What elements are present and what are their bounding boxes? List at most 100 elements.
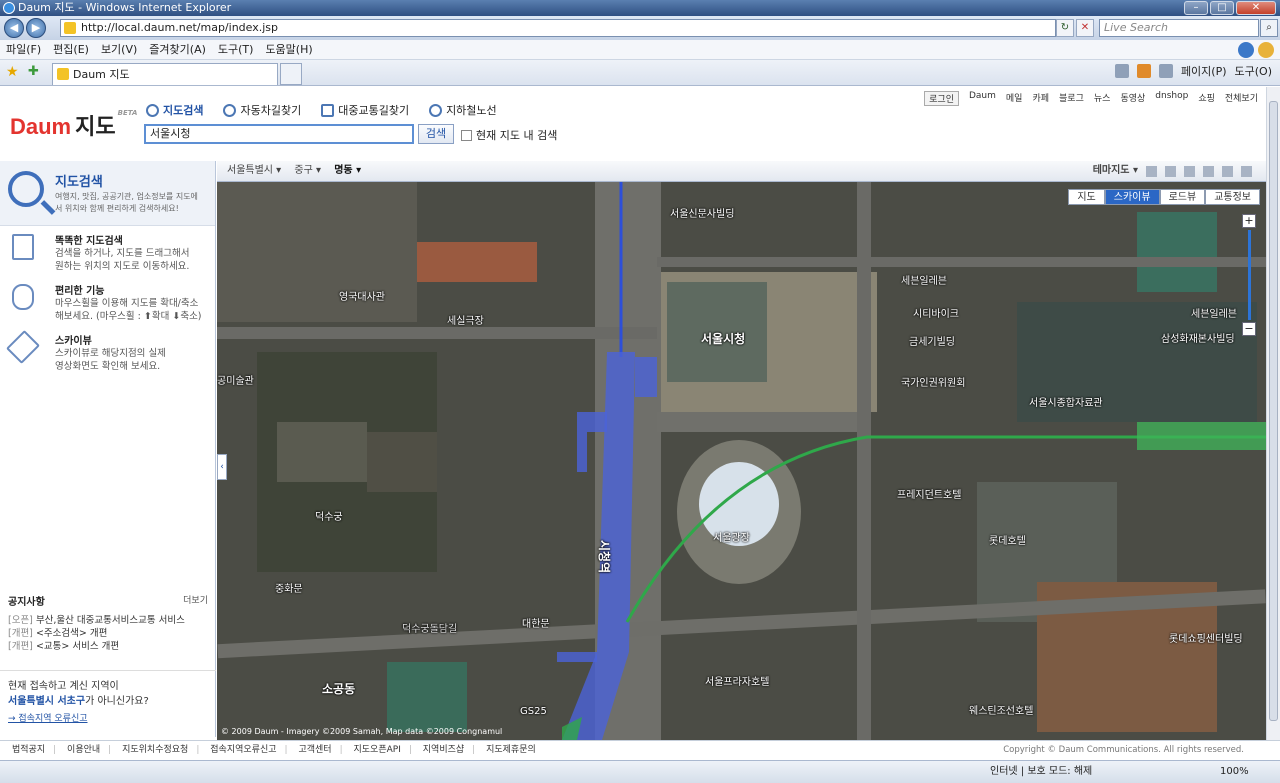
footer-link-legal[interactable]: 법적공지 <box>12 745 45 755</box>
breadcrumb-district[interactable]: 중구 ▾ <box>294 165 321 176</box>
region-report-link[interactable]: → 접속지역 오류신고 <box>8 711 208 724</box>
fullscreen-icon[interactable] <box>1241 165 1252 177</box>
link-daum[interactable]: Daum <box>969 91 996 106</box>
label-seven-eleven-2[interactable]: 세븐일레븐 <box>1191 305 1237 320</box>
zoom-slider[interactable] <box>1247 230 1251 320</box>
zoom-level[interactable]: 100% <box>1220 765 1249 779</box>
back-button[interactable]: ◀ <box>4 18 24 38</box>
notice-item[interactable]: [개편] <주소검색> 개편 <box>8 627 208 640</box>
footer-link-biz-shop[interactable]: 지역비즈샵 <box>423 745 464 755</box>
stop-icon[interactable]: ✕ <box>1076 19 1094 37</box>
security-zone[interactable]: 인터넷 | 보호 모드: 해제 <box>990 765 1092 779</box>
print-icon[interactable] <box>1203 165 1214 177</box>
checkbox-icon[interactable] <box>461 129 472 141</box>
tab-daum-map[interactable]: Daum 지도 <box>52 63 278 85</box>
close-window-button[interactable]: ✕ <box>1236 1 1276 15</box>
minimize-button[interactable]: – <box>1184 1 1208 15</box>
label-gs25[interactable]: GS25 <box>520 706 547 717</box>
address-bar[interactable]: http://local.daum.net/map/index.jsp <box>60 19 1056 37</box>
label-lotte-shopping[interactable]: 롯데쇼핑센터빌딩 <box>1169 630 1243 645</box>
favorites-star-icon[interactable]: ★ <box>6 65 20 79</box>
link-all[interactable]: 전체보기 <box>1225 91 1258 106</box>
theme-map-dropdown[interactable]: 테마지도 ▾ <box>1093 161 1138 181</box>
label-president-hotel[interactable]: 프레지던트호텔 <box>897 486 961 501</box>
link-icon[interactable] <box>1184 165 1195 177</box>
link-news[interactable]: 뉴스 <box>1094 91 1111 106</box>
footer-link-support[interactable]: 고객센터 <box>298 745 331 755</box>
menu-file[interactable]: 파일(F) <box>0 40 47 60</box>
label-art-museum[interactable]: 공미술관 <box>217 372 254 387</box>
footer-link-guide[interactable]: 이용안내 <box>67 745 100 755</box>
forward-button[interactable]: ▶ <box>26 18 46 38</box>
search-icon[interactable]: ⌕ <box>1260 19 1278 37</box>
mail-icon[interactable] <box>1165 165 1176 177</box>
messenger-icon[interactable] <box>1238 42 1254 58</box>
daum-map-logo[interactable]: Daum 지도BETA <box>10 109 137 141</box>
print-icon[interactable] <box>1158 64 1173 78</box>
breadcrumb-city[interactable]: 서울특별시 ▾ <box>227 165 281 176</box>
label-seoul-archive[interactable]: 서울시종합자료관 <box>1029 394 1103 409</box>
save-icon[interactable] <box>1146 165 1157 177</box>
link-mail[interactable]: 메일 <box>1006 91 1023 106</box>
label-daehanmun[interactable]: 대한문 <box>522 615 550 630</box>
live-search-input[interactable]: Live Search <box>1099 19 1259 37</box>
map-type-roadview[interactable]: 로드뷰 <box>1159 189 1206 205</box>
home-icon[interactable] <box>1114 64 1129 78</box>
footer-link-region-report[interactable]: 접속지역오류신고 <box>210 745 276 755</box>
label-seven-eleven[interactable]: 세븐일레븐 <box>901 272 947 287</box>
ruler-icon[interactable] <box>1222 165 1233 177</box>
menu-view[interactable]: 보기(V) <box>95 40 143 60</box>
refresh-icon[interactable]: ↻ <box>1056 19 1074 37</box>
link-shopping[interactable]: 쇼핑 <box>1198 91 1215 106</box>
map-search-input[interactable]: 서울시청 <box>144 124 414 144</box>
menu-favorites[interactable]: 즐겨찾기(A) <box>143 40 212 60</box>
zoom-out-button[interactable]: − <box>1242 322 1256 336</box>
toolbar-options-icon[interactable] <box>1258 42 1274 58</box>
map-type-map[interactable]: 지도 <box>1068 189 1105 205</box>
add-favorites-icon[interactable]: ✚ <box>28 65 42 79</box>
label-westin-chosun[interactable]: 웨스틴조선호텔 <box>969 702 1033 717</box>
footer-link-location-fix[interactable]: 지도위치수정요청 <box>122 745 188 755</box>
label-seoul-plaza[interactable]: 서울광장 <box>713 529 750 544</box>
page-menu[interactable]: 페이지(P) <box>1181 64 1227 80</box>
label-sogongdong[interactable]: 소공동 <box>322 680 355 697</box>
tab-subway[interactable]: 지하철노선 <box>429 102 497 118</box>
menu-edit[interactable]: 편집(E) <box>47 40 95 60</box>
tab-car-route[interactable]: 자동차길찾기 <box>223 102 301 118</box>
maximize-button[interactable]: □ <box>1210 1 1234 15</box>
menu-help[interactable]: 도움말(H) <box>259 40 318 60</box>
footer-link-partnership[interactable]: 지도제휴문의 <box>486 745 536 755</box>
label-cityhall-station[interactable]: 시청역 <box>596 540 613 573</box>
map-view[interactable]: 서울시청 서울광장 시청역 영국대사관 세실극장 덕수궁 중화문 대한문 소공동… <box>217 182 1266 740</box>
map-type-skyview[interactable]: 스카이뷰 <box>1104 189 1160 205</box>
footer-link-open-api[interactable]: 지도오픈API <box>353 745 400 755</box>
label-seoul-sinmun[interactable]: 서울신문사빌딩 <box>670 205 734 220</box>
search-button[interactable]: 검색 <box>418 124 454 144</box>
new-tab-button[interactable] <box>280 63 302 85</box>
page-scrollbar[interactable] <box>1266 87 1280 740</box>
label-plaza-hotel[interactable]: 서울프라자호텔 <box>705 673 769 688</box>
sidebar-collapse-button[interactable]: ‹ <box>217 454 227 480</box>
link-dnshop[interactable]: dnshop <box>1155 91 1188 106</box>
menu-tools[interactable]: 도구(T) <box>212 40 260 60</box>
link-blog[interactable]: 블로그 <box>1059 91 1084 106</box>
label-cecil-theater[interactable]: 세실극장 <box>447 312 484 327</box>
notice-item[interactable]: [오픈] 부산,울산 대중교통서비스교통 서비스 <box>8 614 208 627</box>
notice-more-link[interactable]: 더보기 <box>183 593 208 608</box>
tab-map-search[interactable]: 지도검색 <box>146 102 203 118</box>
zoom-in-button[interactable]: + <box>1242 214 1256 228</box>
label-citybike[interactable]: 시티바이크 <box>913 305 959 320</box>
map-type-traffic[interactable]: 교통정보 <box>1205 189 1260 205</box>
tab-transit-route[interactable]: 대중교통길찾기 <box>321 102 409 118</box>
label-deoksugung[interactable]: 덕수궁 <box>315 508 343 523</box>
label-human-rights-commission[interactable]: 국가인권위원회 <box>901 374 965 389</box>
tools-menu[interactable]: 도구(O) <box>1235 64 1272 80</box>
label-samsung-fire[interactable]: 삼성화재본사빌딩 <box>1161 330 1235 345</box>
notice-item[interactable]: [개편] <교통> 서비스 개편 <box>8 640 208 653</box>
label-junghwamun[interactable]: 중화문 <box>275 580 303 595</box>
label-geumsegi-building[interactable]: 금세기빌딩 <box>909 333 955 348</box>
label-lotte-hotel[interactable]: 롯데호텔 <box>989 532 1026 547</box>
label-british-embassy[interactable]: 영국대사관 <box>339 288 385 303</box>
scrollbar-thumb[interactable] <box>1269 101 1278 721</box>
link-cafe[interactable]: 카페 <box>1032 91 1049 106</box>
